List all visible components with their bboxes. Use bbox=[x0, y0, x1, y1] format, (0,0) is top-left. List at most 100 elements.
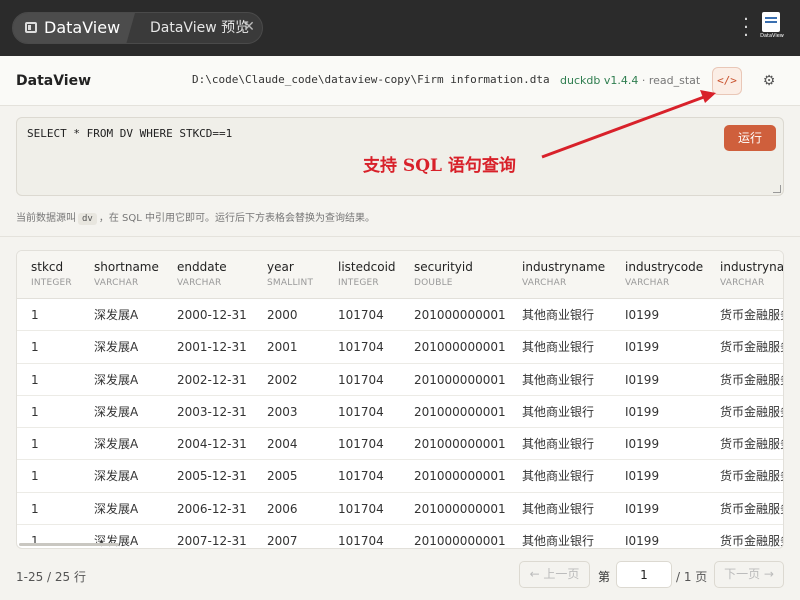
tab-group: DataView DataView 预览 ✕ bbox=[12, 12, 263, 44]
table-cell: 1 bbox=[31, 404, 39, 419]
table-cell: I0199 bbox=[625, 340, 660, 355]
table-cell: 201000000001 bbox=[414, 437, 506, 452]
annotation-text: 支持 SQL 语句查询 bbox=[363, 156, 516, 176]
table-cell: 201000000001 bbox=[414, 340, 506, 355]
column-type: VARCHAR bbox=[94, 278, 139, 288]
table-row[interactable]: 1 深发展A 2004-12-31 2004 101704 201000000001 其他商… bbox=[17, 428, 783, 461]
table-cell: 2005 bbox=[267, 469, 298, 484]
table-row[interactable]: 1 深发展A 2001-12-31 2001 101704 201000000001 其他商… bbox=[17, 331, 783, 364]
table-cell: 201000000001 bbox=[414, 372, 506, 387]
table-cell: 1 bbox=[31, 308, 39, 322]
table-cell: 其他商业银行 bbox=[522, 534, 595, 549]
table-cell: 2006 bbox=[267, 501, 298, 516]
sql-hint-code: dv bbox=[78, 213, 97, 225]
table-cell: 深发展A bbox=[94, 437, 139, 452]
table-cell: 深发展A bbox=[94, 372, 139, 387]
table-cell: 2007-12-31 bbox=[177, 534, 247, 549]
more-menu-icon[interactable]: · · · bbox=[739, 11, 753, 45]
run-button[interactable]: 运行 bbox=[724, 125, 776, 151]
table-row[interactable]: 1 深发展A 2005-12-31 2005 101704 201000000001 其他商… bbox=[17, 460, 783, 493]
table-cell: 其他商业银行 bbox=[522, 404, 595, 419]
table-cell: 2004-12-31 bbox=[177, 437, 247, 452]
page-total: / 1 页 bbox=[676, 570, 708, 584]
close-icon[interactable]: ✕ bbox=[242, 20, 256, 34]
sql-hint: 当前数据源叫 dv ，在 SQL 中引用它即可。运行后下方表格会替换为查询结果。 bbox=[16, 209, 375, 225]
sql-hint-before: 当前数据源叫 bbox=[16, 213, 76, 224]
page-title: DataView bbox=[16, 73, 92, 89]
tab-dataview[interactable]: DataView bbox=[13, 13, 135, 43]
engine-reader: · read_stat ✓ bbox=[641, 74, 700, 87]
table-row[interactable]: 1 深发展A 2003-12-31 2003 101704 201000000001 其他商… bbox=[17, 396, 783, 429]
table-cell: 1 bbox=[31, 340, 39, 355]
window-tab-bar: DataView DataView 预览 ✕ · · · DataView bbox=[0, 0, 800, 56]
column-type: VARCHAR bbox=[177, 278, 222, 288]
table-cell: I0199 bbox=[625, 469, 660, 484]
sql-hint-after: ，在 SQL 中引用它即可。运行后下方表格会替换为查询结果。 bbox=[98, 213, 375, 224]
page-number-input[interactable] bbox=[616, 561, 672, 588]
window-icon bbox=[25, 22, 37, 33]
table-cell: 2004 bbox=[267, 437, 298, 452]
column-type: VARCHAR bbox=[720, 278, 765, 288]
column-name: industryname bbox=[720, 260, 784, 274]
table-cell: 101704 bbox=[338, 404, 384, 419]
table-cell: 货币金融服务 bbox=[720, 534, 783, 549]
table-cell: 货币金融服务 bbox=[720, 437, 783, 452]
table-cell: 深发展A bbox=[94, 308, 139, 322]
table-row[interactable]: 1 深发展A 2007-12-31 2007 101704 201000000001 其他商… bbox=[17, 525, 783, 549]
next-page-button[interactable]: 下一页 → bbox=[714, 561, 784, 588]
horizontal-scrollbar[interactable] bbox=[19, 543, 119, 546]
column-type: SMALLINT bbox=[267, 278, 314, 288]
table-cell: 货币金融服务 bbox=[720, 372, 783, 387]
table-cell: 其他商业银行 bbox=[522, 501, 595, 516]
table-cell: 货币金融服务 bbox=[720, 340, 783, 355]
table-cell: 深发展A bbox=[94, 501, 139, 516]
app-logo: DataView bbox=[758, 12, 786, 42]
data-table[interactable]: stkcd INTEGER shortname VARCHAR enddate VARCH… bbox=[16, 250, 784, 549]
app-header: DataView D:\code\Claude_code\dataview-co… bbox=[0, 56, 800, 106]
tab-dataview-preview-label: DataView 预览 bbox=[150, 20, 250, 36]
table-cell: 2006-12-31 bbox=[177, 501, 247, 516]
file-path: D:\code\Claude_code\dataview-copy\Firm i… bbox=[192, 73, 550, 86]
row-range: 1-25 / 25 行 bbox=[16, 570, 86, 584]
table-cell: 1 bbox=[31, 469, 39, 484]
table-cell: 101704 bbox=[338, 501, 384, 516]
table-cell: I0199 bbox=[625, 534, 660, 549]
table-cell: 其他商业银行 bbox=[522, 437, 595, 452]
prev-page-button[interactable]: ← 上一页 bbox=[519, 561, 590, 588]
table-cell: 其他商业银行 bbox=[522, 469, 595, 484]
column-type: VARCHAR bbox=[522, 278, 567, 288]
table-cell: 101704 bbox=[338, 437, 384, 452]
table-cell: 2002 bbox=[267, 372, 298, 387]
table-cell: 其他商业银行 bbox=[522, 340, 595, 355]
table-cell: 2002-12-31 bbox=[177, 372, 247, 387]
table-cell: 201000000001 bbox=[414, 308, 506, 322]
column-type: DOUBLE bbox=[414, 278, 453, 288]
table-cell: 101704 bbox=[338, 469, 384, 484]
table-cell: 货币金融服务 bbox=[720, 501, 783, 516]
resize-handle-icon[interactable] bbox=[773, 185, 781, 193]
tab-dataview-preview[interactable]: DataView 预览 bbox=[138, 13, 249, 43]
gear-icon[interactable]: ⚙ bbox=[760, 72, 778, 90]
table-cell: 货币金融服务 bbox=[720, 469, 783, 484]
table-header: stkcd INTEGER shortname VARCHAR enddate VARCH… bbox=[17, 251, 784, 299]
tab-dataview-label: DataView bbox=[44, 18, 121, 37]
sql-toggle-button[interactable]: </> bbox=[712, 67, 742, 95]
table-cell: 深发展A bbox=[94, 404, 139, 419]
engine-status: duckdb v1.4.4 · read_stat ✓ bbox=[560, 74, 700, 87]
table-cell: 2003 bbox=[267, 404, 298, 419]
table-cell: 201000000001 bbox=[414, 469, 506, 484]
table-cell: 2000 bbox=[267, 308, 298, 322]
column-name: enddate bbox=[177, 260, 227, 274]
table-row[interactable]: 1 深发展A 2000-12-31 2000 101704 201000000001 其他商… bbox=[17, 299, 783, 332]
table-cell: 201000000001 bbox=[414, 501, 506, 516]
table-cell: 101704 bbox=[338, 308, 384, 322]
column-name: shortname bbox=[94, 260, 159, 274]
page-label: 第 bbox=[598, 570, 611, 584]
sql-query-text[interactable]: SELECT * FROM DV WHERE STKCD==1 bbox=[27, 127, 232, 140]
table-row[interactable]: 1 深发展A 2002-12-31 2002 101704 201000000001 其他商… bbox=[17, 364, 783, 396]
column-name: industryname bbox=[522, 260, 606, 274]
table-row[interactable]: 1 深发展A 2006-12-31 2006 101704 201000000001 其他商… bbox=[17, 493, 783, 526]
column-name: year bbox=[267, 260, 294, 274]
table-cell: 深发展A bbox=[94, 469, 139, 484]
column-type: VARCHAR bbox=[625, 278, 670, 288]
